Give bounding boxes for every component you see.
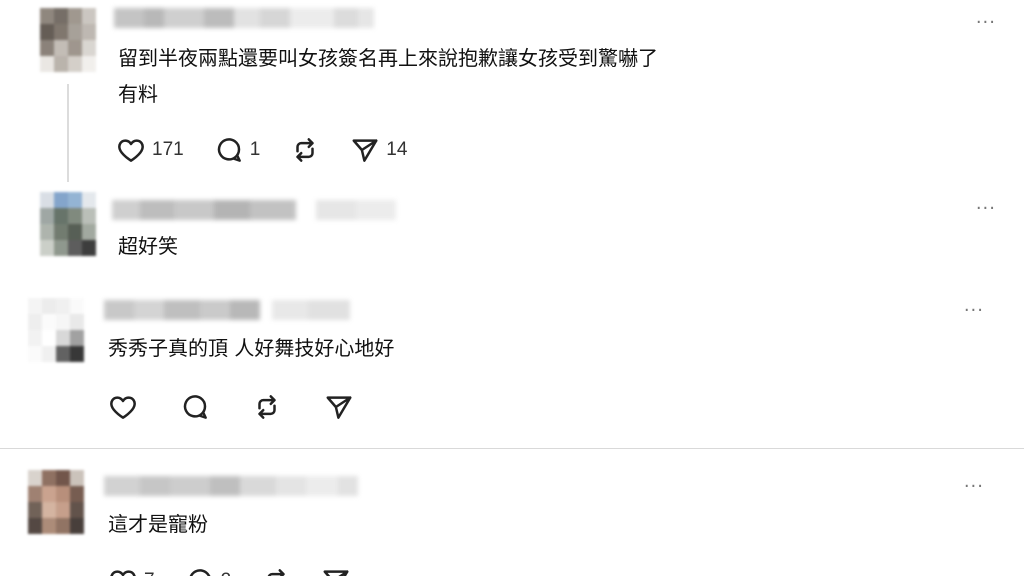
username[interactable] bbox=[112, 200, 396, 220]
like-button[interactable]: 171 bbox=[116, 135, 184, 165]
like-button[interactable]: 7 bbox=[108, 566, 155, 576]
more-icon[interactable]: ··· bbox=[964, 302, 984, 320]
post-text-line2: 有料 bbox=[118, 82, 158, 106]
comment-icon bbox=[183, 395, 207, 419]
comment-icon bbox=[217, 138, 241, 162]
section-divider bbox=[0, 448, 1024, 449]
share-icon bbox=[326, 396, 352, 419]
post-text: 秀秀子真的頂 人好舞技好心地好 bbox=[108, 336, 395, 360]
avatar[interactable] bbox=[40, 8, 96, 72]
reply-post: ··· 這才是寵粉 7 2 bbox=[0, 462, 1024, 576]
reply-count: 1 bbox=[249, 139, 261, 160]
repost-icon bbox=[258, 395, 276, 419]
repost-icon bbox=[296, 138, 315, 162]
repost-button[interactable] bbox=[290, 135, 320, 165]
more-icon[interactable]: ··· bbox=[976, 14, 996, 32]
action-bar: 7 2 bbox=[108, 566, 381, 576]
post-text: 超好笑 bbox=[118, 234, 178, 258]
repost-icon bbox=[267, 569, 285, 576]
action-bar bbox=[108, 392, 384, 422]
share-count: 14 bbox=[386, 139, 408, 160]
avatar[interactable] bbox=[28, 298, 84, 362]
share-button[interactable] bbox=[324, 392, 354, 422]
thread-connector bbox=[67, 84, 69, 182]
like-count: 171 bbox=[152, 139, 184, 160]
like-count: 7 bbox=[144, 570, 155, 576]
username[interactable] bbox=[104, 476, 358, 496]
reply-button[interactable]: 1 bbox=[214, 135, 261, 165]
more-icon[interactable]: ··· bbox=[976, 200, 996, 218]
post-text: 留到半夜兩點還要叫女孩簽名再上來說抱歉讓女孩受到驚嚇了 bbox=[118, 46, 658, 70]
share-icon bbox=[352, 139, 378, 162]
avatar[interactable] bbox=[40, 192, 96, 256]
action-bar: 171 1 14 bbox=[116, 135, 437, 165]
username[interactable] bbox=[114, 8, 374, 28]
share-icon bbox=[323, 570, 349, 576]
repost-button[interactable] bbox=[252, 392, 282, 422]
reply-count: 2 bbox=[221, 570, 232, 576]
share-button[interactable]: 14 bbox=[350, 135, 407, 165]
username[interactable] bbox=[104, 300, 350, 320]
share-button[interactable] bbox=[321, 566, 351, 576]
avatar[interactable] bbox=[28, 470, 84, 534]
thread-view: ··· 留到半夜兩點還要叫女孩簽名再上來說抱歉讓女孩受到驚嚇了 有料 171 1… bbox=[0, 0, 1024, 576]
like-button[interactable] bbox=[108, 392, 138, 422]
reply-post: ··· 秀秀子真的頂 人好舞技好心地好 bbox=[0, 290, 1024, 440]
repost-button[interactable] bbox=[261, 566, 291, 576]
comment-icon bbox=[189, 569, 210, 576]
reply-button[interactable] bbox=[180, 392, 210, 422]
reply-post: ··· 留到半夜兩點還要叫女孩簽名再上來說抱歉讓女孩受到驚嚇了 有料 171 1… bbox=[0, 0, 1024, 190]
heart-icon bbox=[118, 139, 144, 162]
reply-button[interactable]: 2 bbox=[185, 566, 232, 576]
heart-icon bbox=[110, 570, 136, 576]
more-icon[interactable]: ··· bbox=[964, 478, 984, 496]
post-text: 這才是寵粉 bbox=[108, 512, 208, 536]
reply-post: ··· 超好笑 bbox=[0, 190, 1024, 280]
heart-icon bbox=[110, 396, 136, 419]
